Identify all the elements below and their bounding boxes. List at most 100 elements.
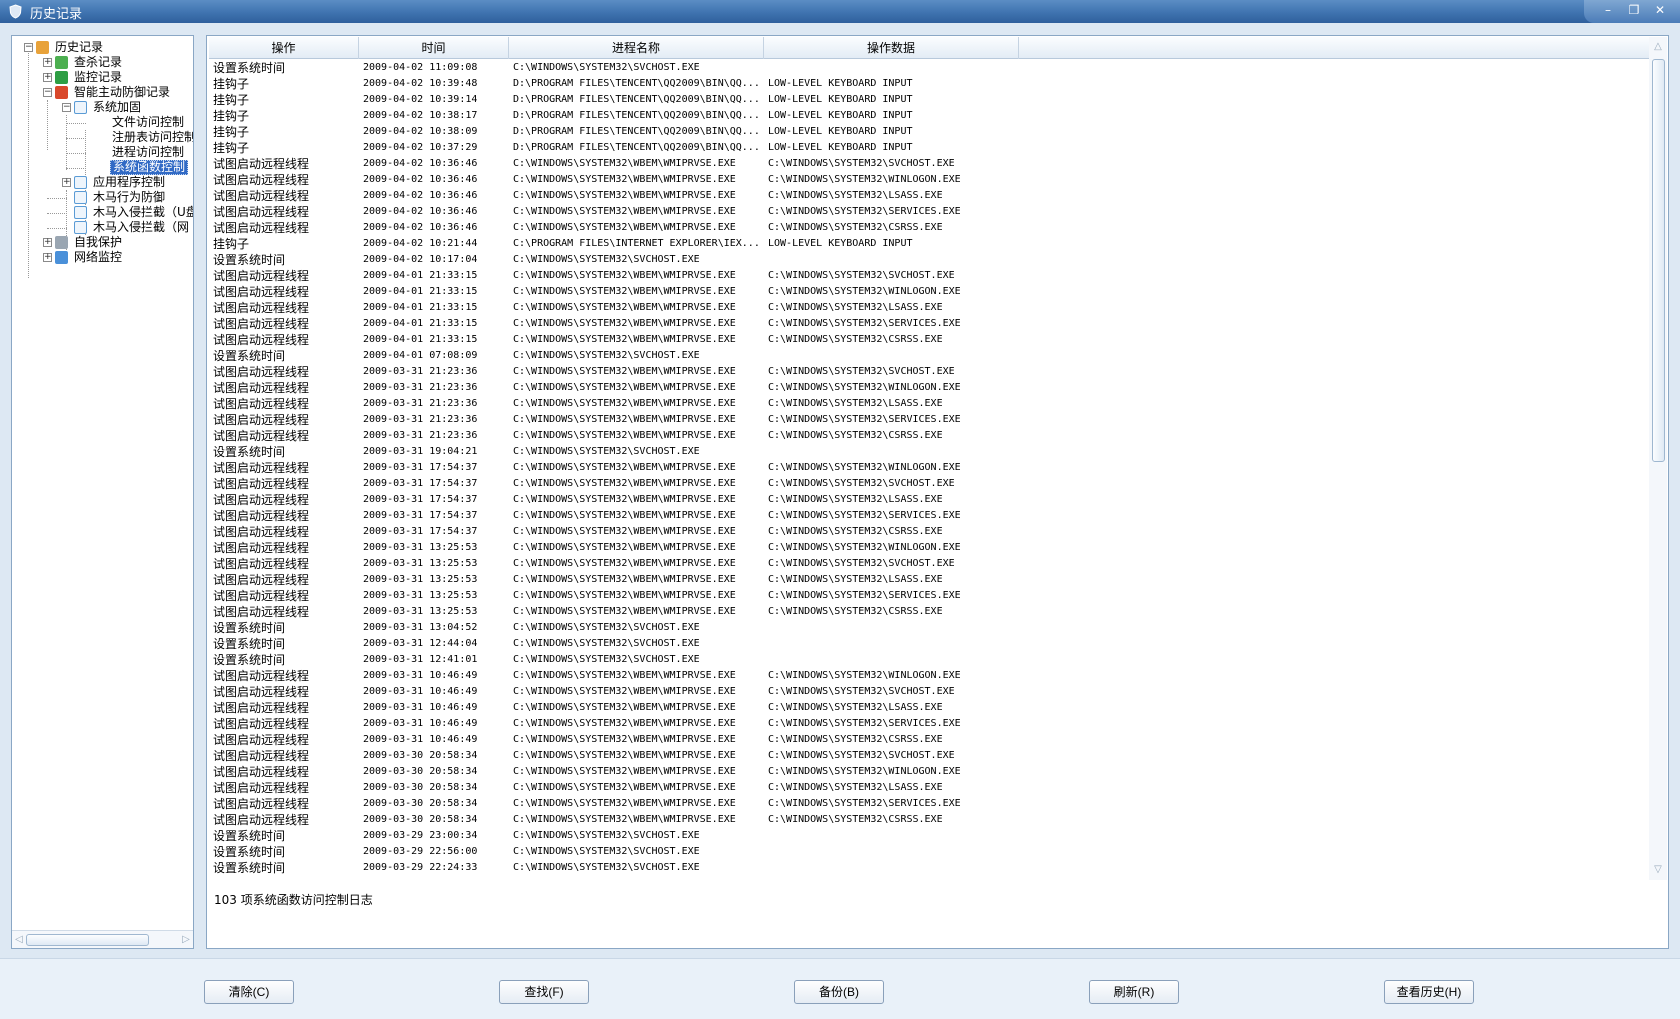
collapse-icon[interactable]: − xyxy=(62,103,71,112)
table-row[interactable]: 试图启动远程线程 2009-04-01 21:33:15 C:\WINDOWS\SY… xyxy=(209,300,1649,316)
table-row[interactable]: 设置系统时间 2009-04-02 10:17:04 C:\WINDOWS\SYST… xyxy=(209,252,1649,268)
expand-icon[interactable]: + xyxy=(43,73,52,82)
table-row[interactable]: 试图启动远程线程 2009-03-31 17:54:37 C:\WINDOWS\SY… xyxy=(209,492,1649,508)
table-row[interactable]: 试图启动远程线程 2009-03-31 10:46:49 C:\WINDOWS\SY… xyxy=(209,668,1649,684)
table-row[interactable]: 试图启动远程线程 2009-03-31 13:25:53 C:\WINDOWS\SY… xyxy=(209,540,1649,556)
cell-process: C:\WINDOWS\SYSTEM32\WBEM\WMIPRVSE.EXE xyxy=(513,174,736,185)
restore-icon[interactable]: ❐ xyxy=(1624,2,1644,18)
table-row[interactable]: 试图启动远程线程 2009-04-01 21:33:15 C:\WINDOWS\SY… xyxy=(209,268,1649,284)
collapse-icon[interactable]: − xyxy=(24,43,33,52)
table-row[interactable]: 试图启动远程线程 2009-04-01 21:33:15 C:\WINDOWS\SY… xyxy=(209,332,1649,348)
column-header-process[interactable]: 进程名称 xyxy=(509,37,764,59)
cell-data: C:\WINDOWS\SYSTEM32\CSRSS.EXE xyxy=(768,814,943,825)
table-row[interactable]: 试图启动远程线程 2009-03-30 20:58:34 C:\WINDOWS\SY… xyxy=(209,812,1649,828)
table-row[interactable]: 设置系统时间 2009-04-01 07:08:09 C:\WINDOWS\SYST… xyxy=(209,348,1649,364)
cell-operation: 设置系统时间 xyxy=(213,829,286,843)
tree-connector-line xyxy=(66,138,86,139)
table-row[interactable]: 设置系统时间 2009-03-31 19:04:21 C:\WINDOWS\SYST… xyxy=(209,444,1649,460)
column-header-operation[interactable]: 操作 xyxy=(209,37,359,59)
scroll-thumb[interactable] xyxy=(26,934,149,946)
table-row[interactable]: 试图启动远程线程 2009-03-31 17:54:37 C:\WINDOWS\SY… xyxy=(209,524,1649,540)
column-header-time[interactable]: 时间 xyxy=(359,37,509,59)
table-row[interactable]: 试图启动远程线程 2009-03-30 20:58:34 C:\WINDOWS\SY… xyxy=(209,748,1649,764)
table-row[interactable]: 挂钩子 2009-04-02 10:21:44 C:\PROGRAM FILES\I… xyxy=(209,236,1649,252)
close-icon[interactable]: ✕ xyxy=(1650,2,1670,18)
table-row[interactable]: 试图启动远程线程 2009-03-30 20:58:34 C:\WINDOWS\SY… xyxy=(209,780,1649,796)
cell-process: C:\WINDOWS\SYSTEM32\WBEM\WMIPRVSE.EXE xyxy=(513,382,736,393)
cell-data: LOW-LEVEL KEYBOARD INPUT xyxy=(768,238,913,249)
refresh-button[interactable]: 刷新(R) xyxy=(1089,980,1179,1004)
cell-process: C:\WINDOWS\SYSTEM32\WBEM\WMIPRVSE.EXE xyxy=(513,398,736,409)
cell-time: 2009-03-29 23:00:34 xyxy=(363,830,478,841)
scroll-down-icon[interactable]: ▽ xyxy=(1652,864,1664,876)
list-vertical-scrollbar[interactable]: △ ▽ xyxy=(1649,37,1667,880)
table-row[interactable]: 设置系统时间 2009-03-31 13:04:52 C:\WINDOWS\SYST… xyxy=(209,620,1649,636)
cell-operation: 试图启动远程线程 xyxy=(213,797,310,811)
table-row[interactable]: 试图启动远程线程 2009-03-31 21:23:36 C:\WINDOWS\SY… xyxy=(209,428,1649,444)
minimize-icon[interactable]: – xyxy=(1598,2,1618,18)
backup-button[interactable]: 备份(B) xyxy=(794,980,884,1004)
window-controls: – ❐ ✕ xyxy=(1584,0,1680,23)
expand-icon[interactable]: + xyxy=(43,253,52,262)
tree-horizontal-scrollbar[interactable]: ◁ ▷ xyxy=(12,930,193,948)
table-row[interactable]: 试图启动远程线程 2009-04-02 10:36:46 C:\WINDOWS\SY… xyxy=(209,204,1649,220)
table-row[interactable]: 设置系统时间 2009-03-29 23:00:34 C:\WINDOWS\SYST… xyxy=(209,828,1649,844)
clear-button[interactable]: 清除(C) xyxy=(204,980,294,1004)
table-row[interactable]: 挂钩子 2009-04-02 10:39:14 D:\PROGRAM FILES\T… xyxy=(209,92,1649,108)
table-row[interactable]: 挂钩子 2009-04-02 10:38:09 D:\PROGRAM FILES\T… xyxy=(209,124,1649,140)
table-row[interactable]: 设置系统时间 2009-04-02 11:09:08 C:\WINDOWS\SYST… xyxy=(209,60,1649,76)
table-row[interactable]: 试图启动远程线程 2009-03-31 21:23:36 C:\WINDOWS\SY… xyxy=(209,396,1649,412)
table-row[interactable]: 试图启动远程线程 2009-04-02 10:36:46 C:\WINDOWS\SY… xyxy=(209,172,1649,188)
cell-time: 2009-04-02 10:38:17 xyxy=(363,110,478,121)
tree-item-label: 监控记录 xyxy=(74,70,123,84)
column-header-data[interactable]: 操作数据 xyxy=(764,37,1019,59)
table-row[interactable]: 试图启动远程线程 2009-03-31 13:25:53 C:\WINDOWS\SY… xyxy=(209,556,1649,572)
table-row[interactable]: 试图启动远程线程 2009-04-02 10:36:46 C:\WINDOWS\SY… xyxy=(209,220,1649,236)
cell-operation: 试图启动远程线程 xyxy=(213,269,310,283)
table-row[interactable]: 试图启动远程线程 2009-04-01 21:33:15 C:\WINDOWS\SY… xyxy=(209,316,1649,332)
table-row[interactable]: 试图启动远程线程 2009-03-31 13:25:53 C:\WINDOWS\SY… xyxy=(209,572,1649,588)
expand-icon[interactable]: + xyxy=(43,238,52,247)
scroll-up-icon[interactable]: △ xyxy=(1652,41,1664,53)
table-row[interactable]: 试图启动远程线程 2009-03-31 17:54:37 C:\WINDOWS\SY… xyxy=(209,476,1649,492)
scroll-right-icon[interactable]: ▷ xyxy=(181,934,191,946)
scroll-left-icon[interactable]: ◁ xyxy=(14,934,24,946)
table-row[interactable]: 试图启动远程线程 2009-03-31 21:23:36 C:\WINDOWS\SY… xyxy=(209,364,1649,380)
table-row[interactable]: 试图启动远程线程 2009-03-31 10:46:49 C:\WINDOWS\SY… xyxy=(209,732,1649,748)
table-row[interactable]: 试图启动远程线程 2009-03-31 21:23:36 C:\WINDOWS\SY… xyxy=(209,380,1649,396)
view-history-button[interactable]: 查看历史(H) xyxy=(1384,980,1474,1004)
table-row[interactable]: 试图启动远程线程 2009-03-31 17:54:37 C:\WINDOWS\SY… xyxy=(209,508,1649,524)
table-row[interactable]: 试图启动远程线程 2009-03-31 13:25:53 C:\WINDOWS\SY… xyxy=(209,604,1649,620)
scroll-thumb[interactable] xyxy=(1652,59,1665,462)
table-row[interactable]: 试图启动远程线程 2009-03-31 10:46:49 C:\WINDOWS\SY… xyxy=(209,716,1649,732)
table-row[interactable]: 试图启动远程线程 2009-03-31 10:46:49 C:\WINDOWS\SY… xyxy=(209,700,1649,716)
cell-operation: 挂钩子 xyxy=(213,109,250,123)
cell-process: C:\WINDOWS\SYSTEM32\WBEM\WMIPRVSE.EXE xyxy=(513,222,736,233)
table-row[interactable]: 试图启动远程线程 2009-03-31 21:23:36 C:\WINDOWS\SY… xyxy=(209,412,1649,428)
tree-connector-line xyxy=(47,100,48,150)
collapse-icon[interactable]: − xyxy=(43,88,52,97)
cell-operation: 试图启动远程线程 xyxy=(213,541,310,555)
cell-time: 2009-03-30 20:58:34 xyxy=(363,798,478,809)
table-row[interactable]: 挂钩子 2009-04-02 10:38:17 D:\PROGRAM FILES\T… xyxy=(209,108,1649,124)
table-row[interactable]: 设置系统时间 2009-03-29 22:56:00 C:\WINDOWS\SYST… xyxy=(209,844,1649,860)
expand-icon[interactable]: + xyxy=(62,178,71,187)
table-row[interactable]: 挂钩子 2009-04-02 10:39:48 D:\PROGRAM FILES\T… xyxy=(209,76,1649,92)
table-row[interactable]: 设置系统时间 2009-03-29 22:24:33 C:\WINDOWS\SYST… xyxy=(209,860,1649,876)
table-row[interactable]: 试图启动远程线程 2009-03-31 10:46:49 C:\WINDOWS\SY… xyxy=(209,684,1649,700)
table-row[interactable]: 试图启动远程线程 2009-03-30 20:58:34 C:\WINDOWS\SY… xyxy=(209,764,1649,780)
table-row[interactable]: 挂钩子 2009-04-02 10:37:29 D:\PROGRAM FILES\T… xyxy=(209,140,1649,156)
table-row[interactable]: 试图启动远程线程 2009-04-01 21:33:15 C:\WINDOWS\SY… xyxy=(209,284,1649,300)
find-button[interactable]: 查找(F) xyxy=(499,980,589,1004)
cell-operation: 设置系统时间 xyxy=(213,621,286,635)
table-row[interactable]: 设置系统时间 2009-03-31 12:44:04 C:\WINDOWS\SYST… xyxy=(209,636,1649,652)
cell-data: C:\WINDOWS\SYSTEM32\CSRSS.EXE xyxy=(768,222,943,233)
table-row[interactable]: 试图启动远程线程 2009-04-02 10:36:46 C:\WINDOWS\SY… xyxy=(209,156,1649,172)
expand-icon[interactable]: + xyxy=(43,58,52,67)
table-row[interactable]: 设置系统时间 2009-03-31 12:41:01 C:\WINDOWS\SYST… xyxy=(209,652,1649,668)
cell-time: 2009-04-01 21:33:15 xyxy=(363,302,478,313)
table-row[interactable]: 试图启动远程线程 2009-03-30 20:58:34 C:\WINDOWS\SY… xyxy=(209,796,1649,812)
table-row[interactable]: 试图启动远程线程 2009-04-02 10:36:46 C:\WINDOWS\SY… xyxy=(209,188,1649,204)
table-row[interactable]: 试图启动远程线程 2009-03-31 13:25:53 C:\WINDOWS\SY… xyxy=(209,588,1649,604)
table-row[interactable]: 试图启动远程线程 2009-03-31 17:54:37 C:\WINDOWS\SY… xyxy=(209,460,1649,476)
